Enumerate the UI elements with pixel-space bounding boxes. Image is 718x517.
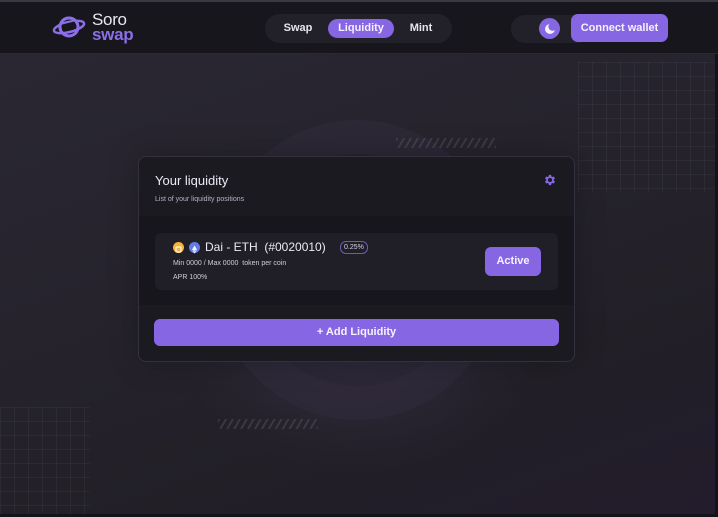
window-frame-edge: [0, 0, 718, 2]
logo-text-bottom: swap: [92, 25, 134, 44]
background-grid-pattern: [578, 62, 718, 192]
nav-tab-liquidity[interactable]: Liquidity: [328, 19, 394, 38]
top-navbar: Soro swap Swap Liquidity Mint Connect wa…: [0, 0, 718, 54]
background-grid-pattern: [0, 407, 90, 517]
dai-icon: [173, 242, 184, 253]
theme-toggle-button[interactable]: [539, 18, 560, 39]
background-hatch-decoration: [218, 419, 318, 429]
add-liquidity-button[interactable]: + Add Liquidity: [154, 319, 559, 346]
card-title: Your liquidity: [155, 173, 229, 188]
nav-tab-swap[interactable]: Swap: [277, 19, 319, 38]
position-status-button[interactable]: Active: [485, 247, 541, 276]
soroswap-logo[interactable]: Soro swap: [52, 11, 134, 44]
position-apr: APR 100%: [173, 274, 208, 281]
fee-badge: 0.25%: [340, 241, 368, 254]
connect-wallet-button[interactable]: Connect wallet: [571, 14, 668, 42]
background-hatch-decoration: [396, 138, 496, 148]
liquidity-card: Your liquidity List of your liquidity po…: [138, 156, 575, 362]
card-subtitle: List of your liquidity positions: [155, 196, 245, 203]
moon-icon: [544, 22, 556, 34]
main-nav: Swap Liquidity Mint: [265, 14, 452, 43]
eth-icon: [189, 242, 200, 254]
logo-wordmark: Soro swap: [92, 11, 134, 44]
planet-logo-icon: [52, 16, 86, 38]
position-price-range: Min 0000 / Max 0000 token per coin: [173, 260, 287, 267]
position-pair-name: Dai - ETH (#0020010): [205, 240, 326, 254]
gear-icon[interactable]: [543, 173, 557, 187]
liquidity-position-item[interactable]: Dai - ETH (#0020010) 0.25% Min 0000 / Ma…: [155, 233, 558, 290]
nav-tab-mint[interactable]: Mint: [402, 19, 440, 38]
